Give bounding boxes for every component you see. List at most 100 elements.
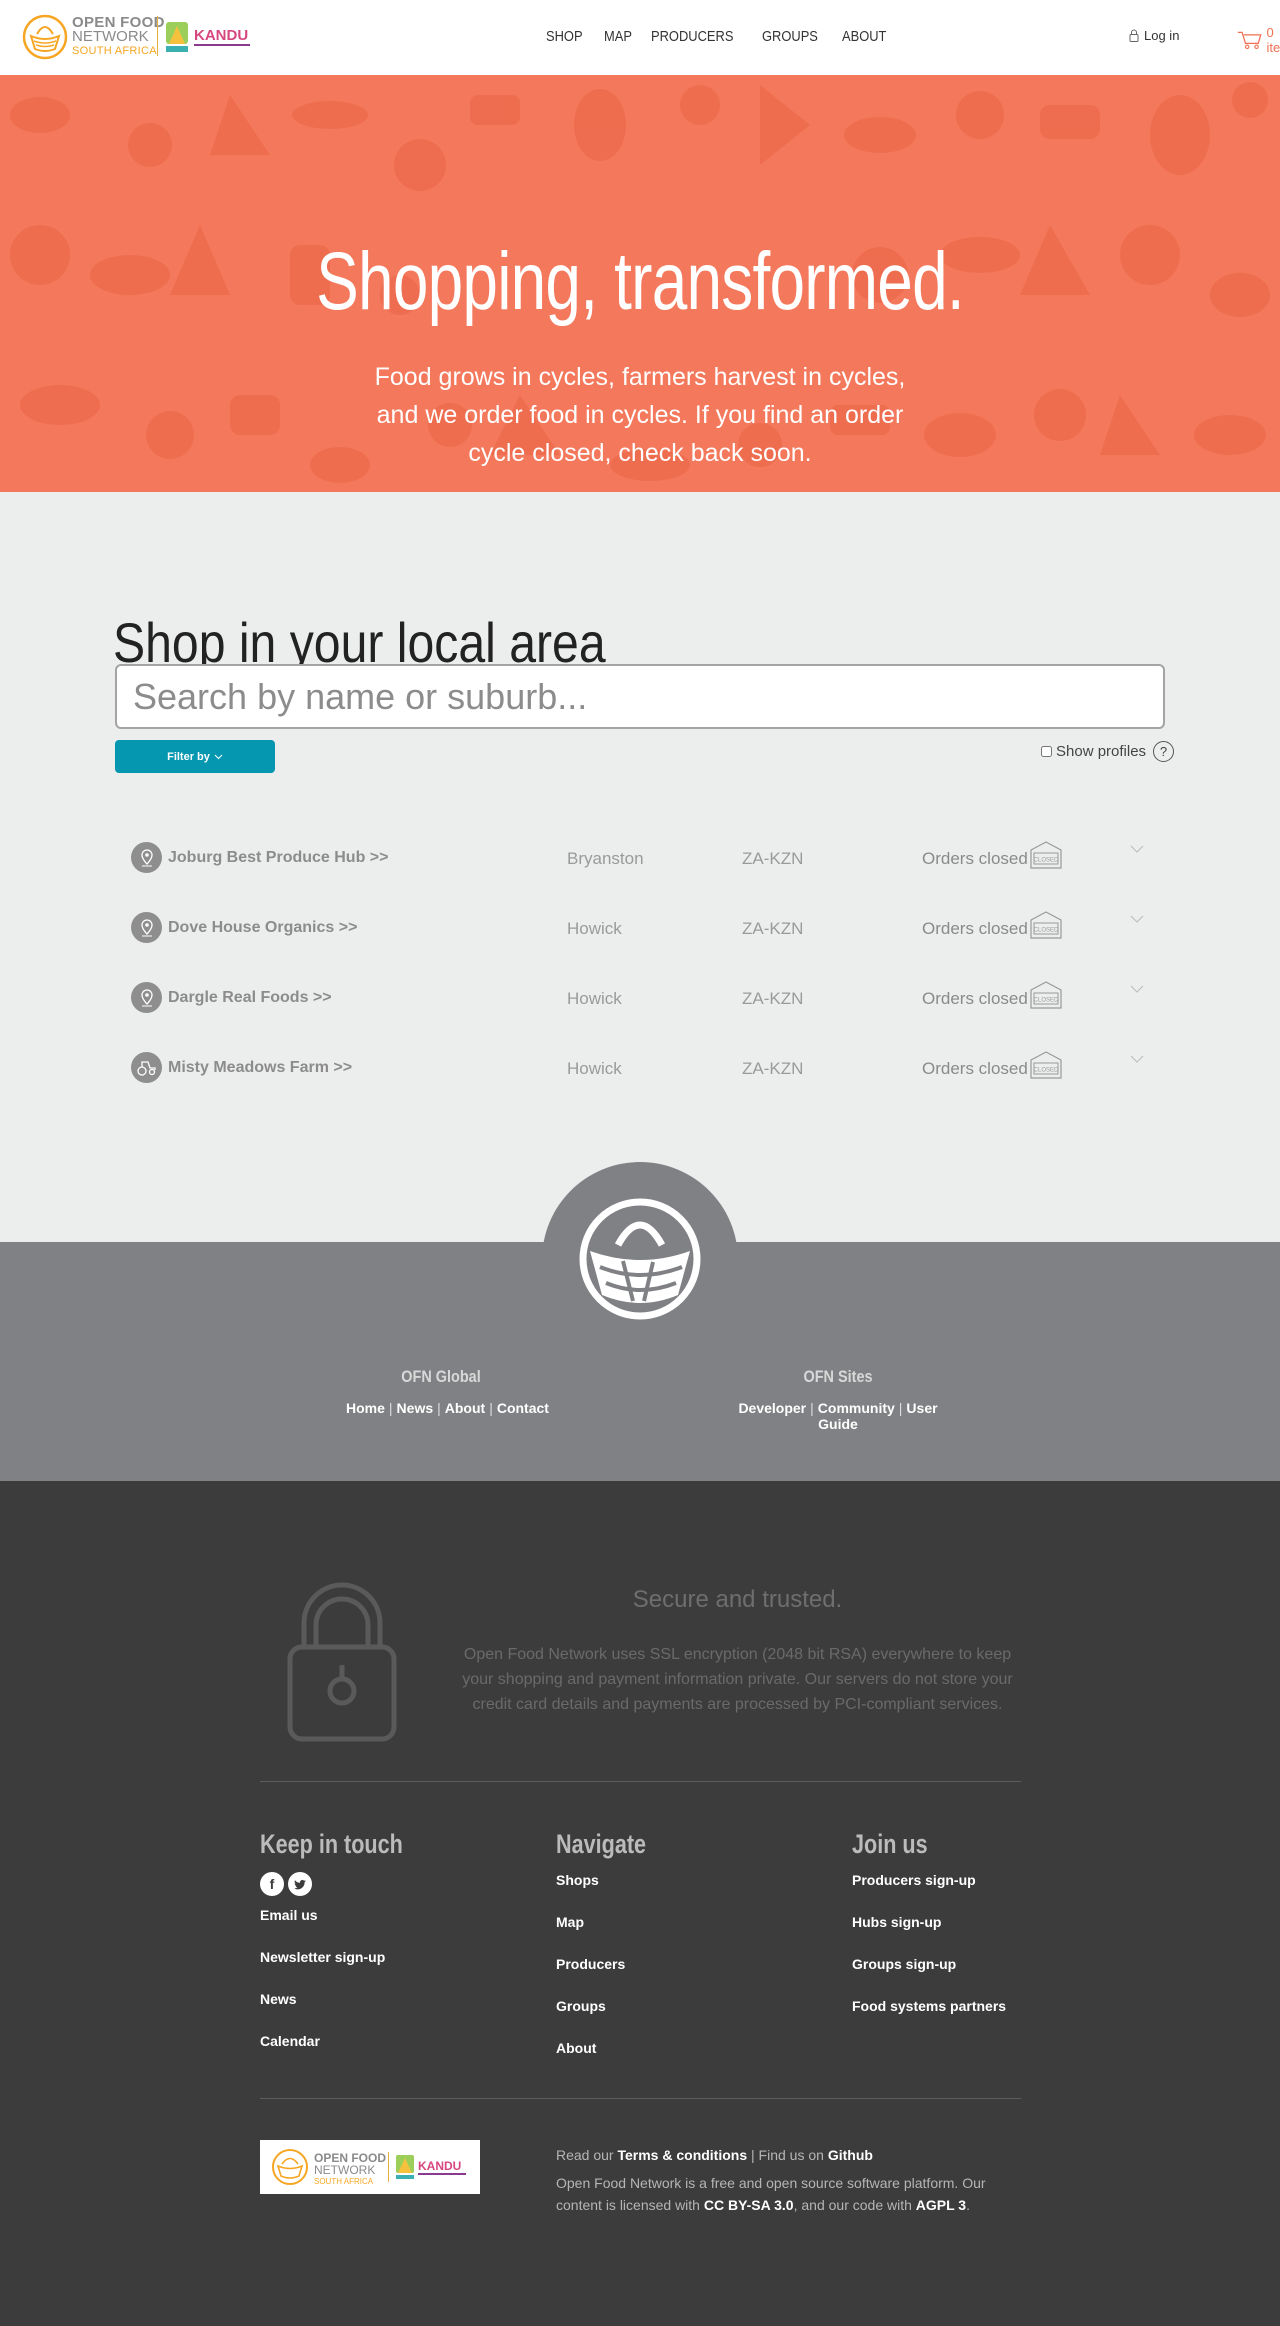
shop-name[interactable]: Dargle Real Foods >> xyxy=(168,989,332,1007)
expand-chevron-icon[interactable] xyxy=(1130,845,1144,853)
join-title: Join us xyxy=(852,1829,928,1859)
footer-link-news[interactable]: News xyxy=(397,1400,434,1416)
expand-chevron-icon[interactable] xyxy=(1130,915,1144,923)
footer-link-groups-signup[interactable]: Groups sign-up xyxy=(852,1956,1006,1998)
closed-sign-icon: CLOSED xyxy=(1030,981,1062,1009)
kandu-partner-logo-icon: KANDU xyxy=(166,22,250,52)
list-item[interactable]: Dove House Organics >> Howick ZA-KZN Ord… xyxy=(115,907,1165,977)
legal-line1: Read our Terms & conditions | Find us on… xyxy=(556,2147,873,2163)
ofn-global-title: OFN Global xyxy=(401,1367,481,1386)
hero-title: Shopping, transformed. xyxy=(316,236,964,327)
footer-link-about-nav[interactable]: About xyxy=(556,2040,669,2082)
svg-text:CLOSED: CLOSED xyxy=(1034,858,1059,864)
footer-divider xyxy=(260,1781,1021,1782)
hub-pin-icon xyxy=(131,842,162,873)
chevron-down-icon xyxy=(214,754,223,759)
svg-text:CLOSED: CLOSED xyxy=(1034,928,1059,934)
nav-shop[interactable]: SHOP xyxy=(546,28,583,45)
shop-status: Orders closed xyxy=(922,989,1028,1008)
shop-list: Joburg Best Produce Hub >> Bryanston ZA-… xyxy=(115,837,1165,1117)
ofn-basket-logo-icon[interactable] xyxy=(22,14,68,60)
footer-link-calendar[interactable]: Calendar xyxy=(260,2033,439,2075)
show-profiles-toggle[interactable]: Show profiles ? xyxy=(1041,741,1175,762)
ofn-global-links: Home | News | About | Contact xyxy=(346,1400,549,1416)
footer-link-producers[interactable]: Producers xyxy=(556,1956,669,1998)
secure-text: Open Food Network uses SSL encryption (2… xyxy=(462,1646,1013,1713)
help-icon[interactable]: ? xyxy=(1153,741,1175,762)
github-link[interactable]: Github xyxy=(828,2147,873,2163)
shop-section: Shop in your local area Filter by Show p… xyxy=(0,492,1280,1242)
logo-line3: SOUTH AFRICA xyxy=(72,45,157,57)
twitter-icon[interactable] xyxy=(288,1872,312,1896)
terms-link[interactable]: Terms & conditions xyxy=(617,2147,747,2163)
facebook-icon[interactable]: f xyxy=(260,1872,284,1896)
footer-link-food-systems[interactable]: Food systems partners xyxy=(852,1998,1006,2040)
shop-name[interactable]: Misty Meadows Farm >> xyxy=(168,1059,352,1077)
cart-button[interactable]: 0 items xyxy=(1237,25,1280,55)
search-input[interactable] xyxy=(115,664,1165,729)
footer-link-map[interactable]: Map xyxy=(556,1914,669,1956)
footer-link-groups[interactable]: Groups xyxy=(556,1998,669,2040)
logo-divider xyxy=(157,16,158,56)
footer-link-community[interactable]: Community xyxy=(818,1400,895,1416)
nav-map[interactable]: MAP xyxy=(604,28,632,45)
shop-city: Howick xyxy=(567,919,622,938)
hero-banner: Shopping, transformed. Food grows in cyc… xyxy=(0,75,1280,492)
top-bar: OPEN FOOD NETWORK SOUTH AFRICA KANDU SHO… xyxy=(0,0,1280,75)
expand-chevron-icon[interactable] xyxy=(1130,985,1144,993)
agpl-license-link[interactable]: AGPL 3 xyxy=(916,2197,966,2213)
cart-count-label: 0 items xyxy=(1266,25,1280,55)
keep-title: Keep in touch xyxy=(260,1829,403,1859)
footer-link-newsletter[interactable]: Newsletter sign-up xyxy=(260,1949,439,1991)
nav-groups[interactable]: GROUPS xyxy=(762,28,818,45)
padlock-icon xyxy=(287,1582,397,1742)
expand-chevron-icon[interactable] xyxy=(1130,1055,1144,1063)
nav-about[interactable]: ABOUT xyxy=(842,28,886,45)
footer-link-news[interactable]: News xyxy=(260,1991,439,2033)
logo-line2: NETWORK xyxy=(72,28,149,45)
lock-icon xyxy=(1129,29,1139,42)
list-item[interactable]: Joburg Best Produce Hub >> Bryanston ZA-… xyxy=(115,837,1165,907)
show-profiles-label: Show profiles xyxy=(1056,743,1147,760)
list-item[interactable]: Misty Meadows Farm >> Howick ZA-KZN Orde… xyxy=(115,1047,1165,1117)
hub-pin-icon xyxy=(131,912,162,943)
shop-name[interactable]: Dove House Organics >> xyxy=(168,919,357,937)
footer-link-developer[interactable]: Developer xyxy=(738,1400,806,1416)
footer-link-home[interactable]: Home xyxy=(346,1400,385,1416)
list-item[interactable]: Dargle Real Foods >> Howick ZA-KZN Order… xyxy=(115,977,1165,1047)
svg-text:CLOSED: CLOSED xyxy=(1034,998,1059,1004)
footer-link-producers-signup[interactable]: Producers sign-up xyxy=(852,1872,1006,1914)
shop-state: ZA-KZN xyxy=(742,989,804,1008)
footer-link-about[interactable]: About xyxy=(445,1400,485,1416)
shop-state: ZA-KZN xyxy=(742,1059,804,1078)
cart-icon xyxy=(1237,31,1262,50)
hero-subtitle: Food grows in cycles, farmers harvest in… xyxy=(374,363,906,467)
tractor-icon xyxy=(131,1052,162,1083)
shop-name[interactable]: Joburg Best Produce Hub >> xyxy=(168,849,388,867)
filter-by-button[interactable]: Filter by xyxy=(115,740,275,773)
footer-basket-badge xyxy=(542,1162,738,1358)
ofn-sites-column: OFN Sites Developer | Community | User Guide xyxy=(718,1367,958,1432)
footer-logo[interactable]: OPEN FOOD NETWORK SOUTH AFRICA KANDU xyxy=(260,2140,480,2194)
svg-text:CLOSED: CLOSED xyxy=(1034,1068,1059,1074)
footer-link-email-us[interactable]: Email us xyxy=(260,1907,439,1949)
footer-link-contact[interactable]: Contact xyxy=(497,1400,549,1416)
shop-state: ZA-KZN xyxy=(742,849,804,868)
login-link[interactable]: Log in xyxy=(1129,28,1179,43)
ofn-logo-text[interactable]: OPEN FOOD NETWORK SOUTH AFRICA xyxy=(72,15,165,58)
shop-city: Howick xyxy=(567,989,622,1008)
svg-text:KANDU: KANDU xyxy=(418,2159,461,2173)
cc-license-link[interactable]: CC BY-SA 3.0 xyxy=(704,2197,794,2213)
footer-divider xyxy=(260,2098,1021,2099)
ofn-sites-links: Developer | Community | User Guide xyxy=(738,1400,938,1432)
closed-sign-icon: CLOSED xyxy=(1030,841,1062,869)
show-profiles-checkbox[interactable] xyxy=(1041,746,1052,757)
shop-state: ZA-KZN xyxy=(742,919,804,938)
footer-link-shops[interactable]: Shops xyxy=(556,1872,669,1914)
shop-city: Bryanston xyxy=(567,849,644,868)
footer-link-hubs-signup[interactable]: Hubs sign-up xyxy=(852,1914,1006,1956)
nav-producers[interactable]: PRODUCERS xyxy=(651,28,733,45)
partner-logo-text: KANDU xyxy=(194,27,248,44)
basket-logo-icon xyxy=(579,1198,701,1320)
navigate-title: Navigate xyxy=(556,1829,647,1859)
